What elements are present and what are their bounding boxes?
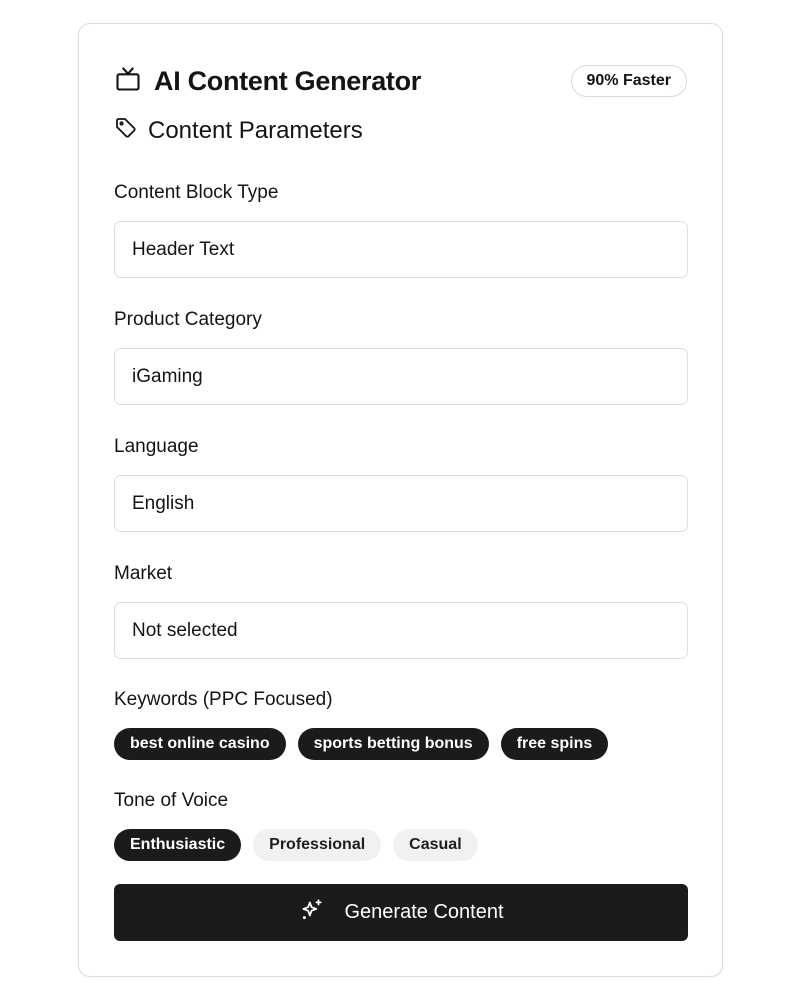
tone-option-professional[interactable]: Professional bbox=[253, 829, 382, 861]
keywords-label: Keywords (PPC Focused) bbox=[114, 689, 333, 710]
tone-options: Enthusiastic Professional Casual bbox=[114, 829, 478, 861]
language-select[interactable]: English bbox=[114, 475, 688, 532]
product-category-select[interactable]: iGaming bbox=[114, 348, 688, 405]
tone-option-enthusiastic[interactable]: Enthusiastic bbox=[114, 829, 242, 861]
market-label: Market bbox=[114, 563, 173, 584]
title-group: AI Content Generator bbox=[114, 65, 421, 98]
generate-content-button[interactable]: Generate Content bbox=[114, 884, 688, 941]
section-title: Content Parameters bbox=[148, 116, 363, 144]
tag-icon bbox=[114, 116, 138, 145]
tone-label: Tone of Voice bbox=[114, 790, 229, 811]
content-generator-card: AI Content Generator 90% Faster Content … bbox=[78, 23, 723, 977]
keyword-chip[interactable]: free spins bbox=[500, 728, 609, 760]
keyword-chip[interactable]: sports betting bonus bbox=[297, 728, 489, 760]
keyword-chip[interactable]: best online casino bbox=[114, 728, 286, 760]
page-title: AI Content Generator bbox=[154, 65, 422, 96]
tone-option-casual[interactable]: Casual bbox=[393, 829, 478, 861]
content-block-type-label: Content Block Type bbox=[114, 182, 279, 203]
card-header: AI Content Generator 90% Faster bbox=[114, 64, 687, 98]
keywords-list: best online casino sports betting bonus … bbox=[114, 728, 609, 760]
market-select[interactable]: Not selected bbox=[114, 602, 688, 659]
tv-icon bbox=[114, 65, 142, 98]
content-block-type-select[interactable]: Header Text bbox=[114, 221, 688, 278]
speed-badge: 90% Faster bbox=[570, 65, 687, 97]
sparkles-icon bbox=[299, 897, 325, 929]
generate-content-label: Generate Content bbox=[344, 901, 504, 923]
language-label: Language bbox=[114, 436, 199, 457]
product-category-label: Product Category bbox=[114, 309, 262, 330]
section-heading: Content Parameters bbox=[114, 116, 363, 145]
